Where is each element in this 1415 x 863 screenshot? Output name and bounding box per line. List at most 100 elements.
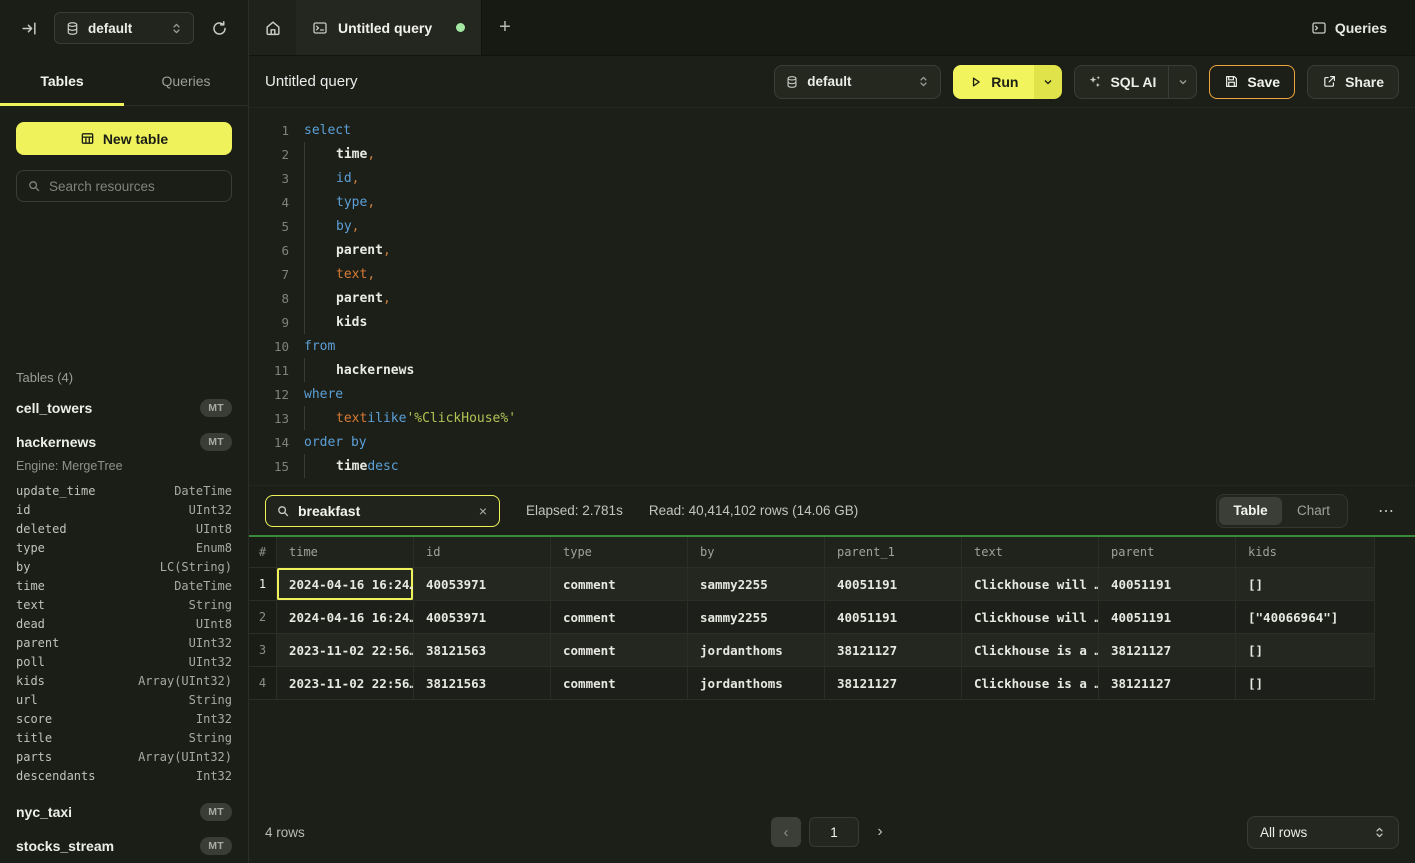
save-button[interactable]: Save [1209, 65, 1295, 99]
schema-column-row[interactable]: textString [0, 595, 248, 614]
refresh-button[interactable] [204, 13, 234, 43]
column-header-time[interactable]: time [277, 537, 414, 568]
schema-column-row[interactable]: kidsArray(UInt32) [0, 671, 248, 690]
column-header-parent_1[interactable]: parent_1 [825, 537, 962, 568]
table-cell[interactable]: 38121127 [1099, 634, 1236, 667]
row-number[interactable]: 2 [249, 601, 277, 634]
results-more-button[interactable]: ⋯ [1374, 497, 1399, 525]
table-item-hackernews[interactable]: hackernewsMT [0, 425, 248, 459]
table-cell[interactable]: 38121127 [825, 667, 962, 700]
view-toggle-chart[interactable]: Chart [1282, 497, 1345, 525]
row-number[interactable]: 3 [249, 634, 277, 667]
indent-guide [304, 166, 336, 190]
table-cell[interactable]: [] [1236, 634, 1375, 667]
table-cell[interactable]: 40051191 [1099, 601, 1236, 634]
column-header-type[interactable]: type [551, 537, 688, 568]
table-cell[interactable]: 2023-11-02 22:56… [277, 667, 414, 700]
schema-column-row[interactable]: parentUInt32 [0, 633, 248, 652]
view-toggle-table[interactable]: Table [1219, 497, 1282, 525]
table-cell[interactable]: 40051191 [1099, 568, 1236, 601]
table-cell[interactable]: sammy2255 [688, 568, 825, 601]
table-cell[interactable]: Clickhouse will … [962, 601, 1099, 634]
table-cell[interactable]: 40053971 [414, 568, 551, 601]
queries-button[interactable]: Queries [1293, 10, 1405, 45]
schema-column-row[interactable]: scoreInt32 [0, 709, 248, 728]
next-page-button[interactable]: › [867, 817, 893, 847]
table-cell[interactable]: 40051191 [825, 601, 962, 634]
query-database-selector[interactable]: default [774, 65, 941, 99]
table-cell[interactable]: 38121563 [414, 667, 551, 700]
table-cell[interactable]: 40051191 [825, 568, 962, 601]
table-cell[interactable]: comment [551, 601, 688, 634]
column-type: String [189, 731, 232, 745]
schema-column-row[interactable]: partsArray(UInt32) [0, 747, 248, 766]
sidebar-search-input[interactable] [49, 179, 226, 194]
schema-column-row[interactable]: idUInt32 [0, 500, 248, 519]
table-cell[interactable]: ["40066964"] [1236, 601, 1375, 634]
schema-column-row[interactable]: update_timeDateTime [0, 481, 248, 500]
table-cell[interactable]: 2023-11-02 22:56… [277, 634, 414, 667]
table-item-nyc_taxi[interactable]: nyc_taxiMT [0, 795, 248, 829]
schema-column-row[interactable]: urlString [0, 690, 248, 709]
page-number[interactable]: 1 [809, 817, 859, 847]
new-tab-button[interactable]: + [482, 0, 528, 55]
column-header-parent[interactable]: parent [1099, 537, 1236, 568]
schema-column-row[interactable]: deadUInt8 [0, 614, 248, 633]
home-tab[interactable] [249, 0, 296, 55]
database-selector-value: default [88, 21, 162, 36]
table-cell[interactable]: comment [551, 667, 688, 700]
table-cell[interactable]: jordanthoms [688, 667, 825, 700]
sidebar-tab-queries[interactable]: Queries [124, 56, 248, 105]
table-item-cell_towers[interactable]: cell_towersMT [0, 391, 248, 425]
table-cell[interactable]: sammy2255 [688, 601, 825, 634]
run-options-button[interactable] [1034, 65, 1062, 99]
table-cell[interactable]: Clickhouse is a … [962, 667, 1099, 700]
run-button[interactable]: Run [953, 65, 1034, 99]
schema-column-row[interactable]: descendantsInt32 [0, 766, 248, 785]
column-header-by[interactable]: by [688, 537, 825, 568]
prev-page-button[interactable]: ‹ [771, 817, 801, 847]
collapse-sidebar-button[interactable] [14, 13, 44, 43]
table-cell[interactable]: [] [1236, 568, 1375, 601]
results-search-input[interactable] [298, 503, 469, 519]
table-cell[interactable]: comment [551, 568, 688, 601]
tab-untitled-query[interactable]: Untitled query [296, 0, 482, 55]
schema-column-row[interactable]: byLC(String) [0, 557, 248, 576]
table-cell[interactable]: 38121127 [825, 634, 962, 667]
schema-column-row[interactable]: typeEnum8 [0, 538, 248, 557]
column-header-text[interactable]: text [962, 537, 1099, 568]
table-cell[interactable]: 38121563 [414, 634, 551, 667]
sidebar-tab-tables[interactable]: Tables [0, 56, 124, 105]
sql-ai-main[interactable]: SQL AI [1075, 74, 1168, 90]
table-cell[interactable]: 38121127 [1099, 667, 1236, 700]
share-icon [1322, 74, 1337, 89]
editor-line: 9kids [265, 310, 1415, 334]
schema-column-row[interactable]: timeDateTime [0, 576, 248, 595]
table-cell[interactable]: 2024-04-16 16:24… [277, 601, 414, 634]
column-header-index[interactable]: # [249, 537, 277, 568]
sql-ai-options-button[interactable] [1168, 66, 1196, 98]
schema-column-row[interactable]: pollUInt32 [0, 652, 248, 671]
row-number[interactable]: 4 [249, 667, 277, 700]
table-cell[interactable]: [] [1236, 667, 1375, 700]
sql-editor[interactable]: 1select2time,3id,4type,5by,6parent,7text… [249, 108, 1415, 485]
table-cell[interactable]: Clickhouse is a … [962, 634, 1099, 667]
selected-cell[interactable]: 2024-04-16 16:24… [277, 568, 414, 601]
schema-column-row[interactable]: titleString [0, 728, 248, 747]
sidebar-body: New table [0, 106, 248, 348]
column-header-id[interactable]: id [414, 537, 551, 568]
schema-column-row[interactable]: deletedUInt8 [0, 519, 248, 538]
table-item-stocks_stream[interactable]: stocks_streamMT [0, 829, 248, 863]
sql-ai-button[interactable]: SQL AI [1074, 65, 1197, 99]
table-cell[interactable]: Clickhouse will … [962, 568, 1099, 601]
table-cell[interactable]: jordanthoms [688, 634, 825, 667]
clear-search-button[interactable]: × [477, 503, 489, 519]
table-cell[interactable]: 40053971 [414, 601, 551, 634]
column-header-kids[interactable]: kids [1236, 537, 1375, 568]
database-selector[interactable]: default [54, 12, 194, 44]
page-size-selector[interactable]: All rows [1247, 816, 1399, 849]
row-number[interactable]: 1 [249, 568, 277, 601]
new-table-button[interactable]: New table [16, 122, 232, 155]
share-button[interactable]: Share [1307, 65, 1399, 99]
table-cell[interactable]: comment [551, 634, 688, 667]
